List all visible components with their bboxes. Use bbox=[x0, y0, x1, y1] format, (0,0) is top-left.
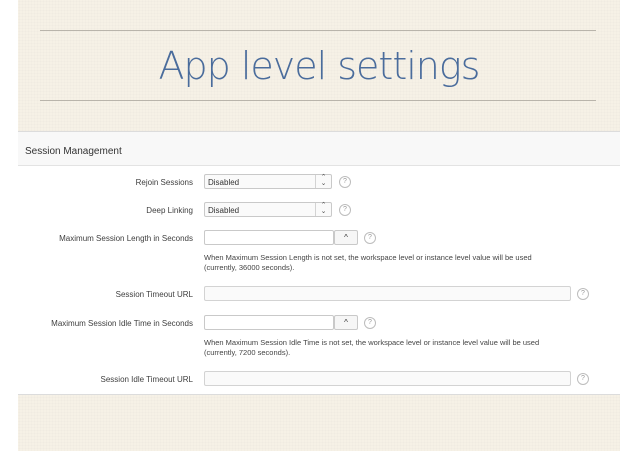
help-icon[interactable]: ? bbox=[339, 176, 351, 188]
max-session-length-label: Maximum Session Length in Seconds bbox=[59, 234, 193, 243]
help-icon[interactable]: ? bbox=[364, 232, 376, 244]
help-icon[interactable]: ? bbox=[364, 317, 376, 329]
session-timeout-url-label: Session Timeout URL bbox=[115, 290, 193, 299]
max-idle-time-label: Maximum Session Idle Time in Seconds bbox=[51, 319, 193, 328]
session-idle-timeout-url-label: Session Idle Timeout URL bbox=[100, 375, 194, 384]
slide-title: App level settings bbox=[158, 44, 481, 88]
deep-linking-select[interactable]: Disabled ⌃ ⌄ bbox=[204, 202, 332, 217]
max-session-length-input[interactable] bbox=[204, 230, 334, 245]
session-management-panel: Session Management Rejoin Sessions Disab… bbox=[18, 131, 620, 395]
rejoin-sessions-label: Rejoin Sessions bbox=[135, 178, 193, 187]
panel-header: Session Management bbox=[18, 132, 620, 166]
session-idle-timeout-url-input[interactable] bbox=[204, 371, 571, 386]
max-session-length-spinner[interactable]: ^ bbox=[334, 230, 358, 245]
select-arrows-icon: ⌃ ⌄ bbox=[315, 202, 331, 216]
help-icon[interactable]: ? bbox=[577, 373, 589, 385]
select-arrows-icon: ⌃ ⌄ bbox=[315, 174, 331, 188]
panel-title: Session Management bbox=[25, 146, 122, 157]
deep-linking-value: Disabled bbox=[208, 206, 240, 215]
title-top-rule bbox=[40, 30, 596, 31]
rejoin-sessions-value: Disabled bbox=[208, 178, 240, 187]
max-session-length-note: When Maximum Session Length is not set, … bbox=[204, 253, 604, 273]
max-idle-time-input[interactable] bbox=[204, 315, 334, 330]
note-line: When Maximum Session Idle Time is not se… bbox=[204, 338, 540, 347]
note-line: (currently, 7200 seconds). bbox=[204, 348, 291, 357]
title-bottom-rule bbox=[40, 100, 596, 101]
help-icon[interactable]: ? bbox=[577, 288, 589, 300]
note-line: When Maximum Session Length is not set, … bbox=[204, 253, 532, 262]
note-line: (currently, 36000 seconds). bbox=[204, 263, 295, 272]
deep-linking-label: Deep Linking bbox=[146, 206, 193, 215]
max-idle-time-spinner[interactable]: ^ bbox=[334, 315, 358, 330]
help-icon[interactable]: ? bbox=[339, 204, 351, 216]
session-timeout-url-input[interactable] bbox=[204, 286, 571, 301]
max-idle-time-note: When Maximum Session Idle Time is not se… bbox=[204, 338, 604, 358]
slide-background: App level settings Session Management Re… bbox=[18, 0, 620, 451]
rejoin-sessions-select[interactable]: Disabled ⌃ ⌄ bbox=[204, 174, 332, 189]
